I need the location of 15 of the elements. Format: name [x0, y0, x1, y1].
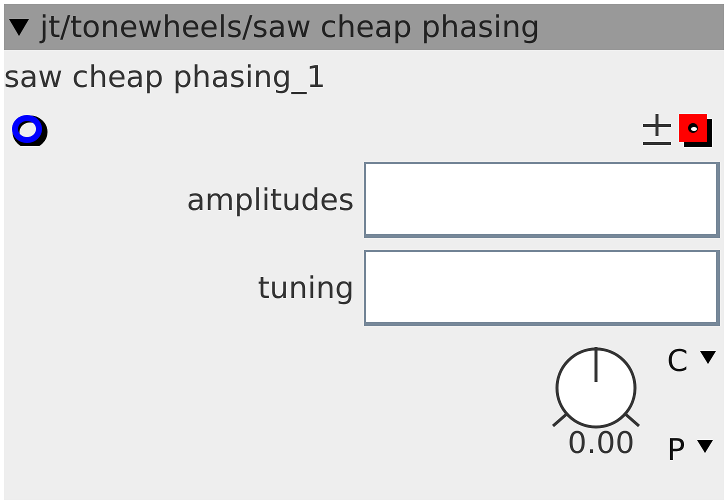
ring-icon[interactable]: [12, 114, 48, 146]
instance-name: saw cheap phasing_1: [4, 59, 327, 97]
square-dot-icon[interactable]: [678, 113, 712, 147]
panel-title: jt/tonewheels/saw cheap phasing: [40, 10, 540, 44]
input-field[interactable]: [364, 250, 720, 326]
input-field[interactable]: [364, 162, 720, 238]
collapse-triangle-icon[interactable]: [8, 17, 30, 37]
field-label: tuning: [258, 270, 354, 306]
plus-minus-icon[interactable]: [642, 113, 672, 147]
dropdown[interactable]: C: [667, 344, 716, 379]
dropdown[interactable]: P: [667, 433, 716, 468]
knob-value: 0.00: [568, 426, 634, 461]
caret-icon: [700, 350, 716, 364]
caret-icon: [697, 439, 714, 453]
field-label: amplitudes: [186, 182, 354, 218]
